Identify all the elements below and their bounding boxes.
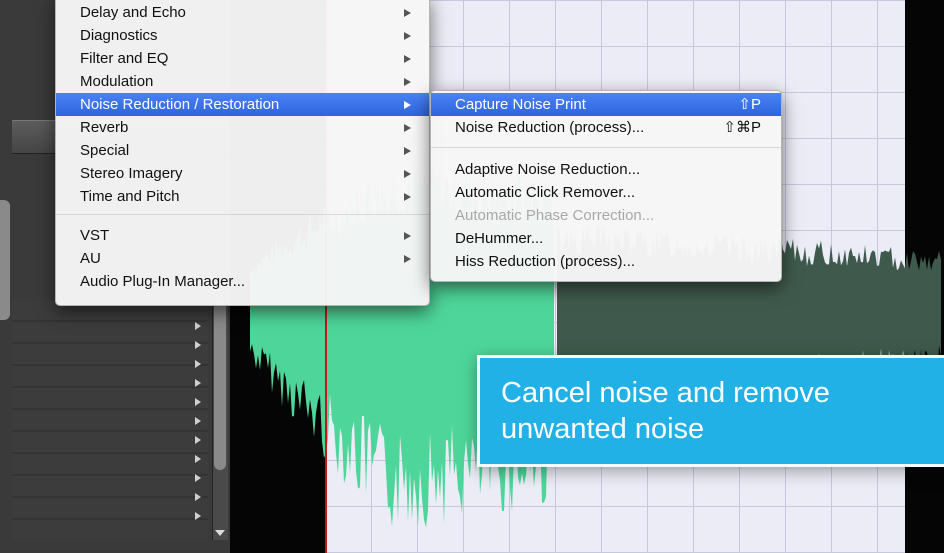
menu-item-reverb[interactable]: Reverb	[56, 116, 429, 139]
track-rows	[12, 300, 208, 540]
triangle-right-icon[interactable]	[195, 322, 201, 330]
menu-item-noise-reduction-restoration[interactable]: Noise Reduction / Restoration	[56, 93, 429, 116]
menu-separator	[431, 147, 781, 148]
menu-item-delay-and-echo[interactable]: Delay and Echo	[56, 1, 429, 24]
side-tab[interactable]	[0, 200, 10, 320]
callout-line-1: Cancel noise and remove	[501, 377, 830, 409]
submenu-item-label: Capture Noise Print	[455, 96, 586, 113]
menu-item-audio-plug-in-manager[interactable]: Audio Plug-In Manager...	[56, 270, 429, 293]
scroll-down-icon[interactable]	[215, 530, 225, 536]
menu-item-label: Time and Pitch	[80, 188, 180, 205]
triangle-right-icon[interactable]	[195, 360, 201, 368]
menu-item-au[interactable]: AU	[56, 247, 429, 270]
callout-banner: Cancel noise and remove unwanted noise	[477, 355, 944, 467]
menu-item-vst[interactable]: VST	[56, 224, 429, 247]
triangle-right-icon[interactable]	[195, 455, 201, 463]
menu-item-label: Special	[80, 142, 130, 159]
callout-line-2: unwanted noise	[501, 413, 705, 445]
effects-menu[interactable]: Delay and Echo Diagnostics Filter and EQ Mo…	[55, 0, 430, 306]
submenu-item-hiss-reduction-process[interactable]: Hiss Reduction (process)...	[431, 250, 781, 273]
triangle-right-icon[interactable]	[195, 341, 201, 349]
menu-item-time-and-pitch[interactable]: Time and Pitch	[56, 185, 429, 208]
menu-item-label: Audio Plug-In Manager...	[80, 273, 246, 290]
submenu-item-dehummer[interactable]: DeHummer...	[431, 227, 781, 250]
submenu-item-adaptive-noise-reduction[interactable]: Adaptive Noise Reduction...	[431, 158, 781, 181]
triangle-right-icon	[404, 32, 411, 40]
submenu-item-label: Adaptive Noise Reduction...	[455, 161, 641, 178]
triangle-right-icon	[404, 124, 411, 132]
menu-item-label: Noise Reduction / Restoration	[80, 96, 280, 113]
scrollbar-thumb[interactable]	[214, 300, 226, 470]
menu-item-label: Stereo Imagery	[80, 165, 183, 182]
triangle-right-icon	[404, 232, 411, 240]
triangle-right-icon	[404, 78, 411, 86]
triangle-right-icon[interactable]	[195, 417, 201, 425]
submenu-item-capture-noise-print[interactable]: Capture Noise Print ⇧P	[431, 93, 781, 116]
menu-item-stereo-imagery[interactable]: Stereo Imagery	[56, 162, 429, 185]
menu-item-modulation[interactable]: Modulation	[56, 70, 429, 93]
triangle-right-icon[interactable]	[195, 398, 201, 406]
submenu-item-label: Noise Reduction (process)...	[455, 119, 645, 136]
keyboard-shortcut: ⇧P	[738, 96, 761, 113]
menu-item-diagnostics[interactable]: Diagnostics	[56, 24, 429, 47]
menu-item-special[interactable]: Special	[56, 139, 429, 162]
expand-arrows	[188, 300, 210, 540]
menu-item-label: Modulation	[80, 73, 154, 90]
triangle-right-icon	[404, 170, 411, 178]
submenu-item-noise-reduction-process[interactable]: Noise Reduction (process)... ⇧⌘P	[431, 116, 781, 139]
submenu-item-label: DeHummer...	[455, 230, 544, 247]
triangle-right-icon[interactable]	[195, 493, 201, 501]
menu-item-filter-and-eq[interactable]: Filter and EQ	[56, 47, 429, 70]
triangle-right-icon	[404, 101, 411, 109]
submenu-item-automatic-click-remover[interactable]: Automatic Click Remover...	[431, 181, 781, 204]
triangle-right-icon[interactable]	[195, 512, 201, 520]
menu-item-label: Diagnostics	[80, 27, 158, 44]
submenu-item-automatic-phase-correction: Automatic Phase Correction...	[431, 204, 781, 227]
menu-item-label: Delay and Echo	[80, 4, 186, 21]
triangle-right-icon	[404, 9, 411, 17]
triangle-right-icon	[404, 147, 411, 155]
submenu-item-label: Hiss Reduction (process)...	[455, 253, 636, 270]
keyboard-shortcut: ⇧⌘P	[723, 119, 761, 136]
menu-separator	[56, 214, 429, 215]
triangle-right-icon[interactable]	[195, 379, 201, 387]
submenu-item-label: Automatic Click Remover...	[455, 184, 636, 201]
triangle-right-icon[interactable]	[195, 474, 201, 482]
menu-item-label: AU	[80, 250, 101, 267]
submenu-item-label: Automatic Phase Correction...	[455, 207, 655, 224]
triangle-right-icon	[404, 55, 411, 63]
triangle-right-icon	[404, 255, 411, 263]
menu-item-label: Filter and EQ	[80, 50, 169, 67]
menu-item-label: Reverb	[80, 119, 129, 136]
triangle-right-icon	[404, 193, 411, 201]
noise-reduction-submenu[interactable]: Capture Noise Print ⇧P Noise Reduction (pr…	[430, 90, 782, 282]
menu-item-label: VST	[80, 227, 110, 244]
triangle-right-icon[interactable]	[195, 436, 201, 444]
